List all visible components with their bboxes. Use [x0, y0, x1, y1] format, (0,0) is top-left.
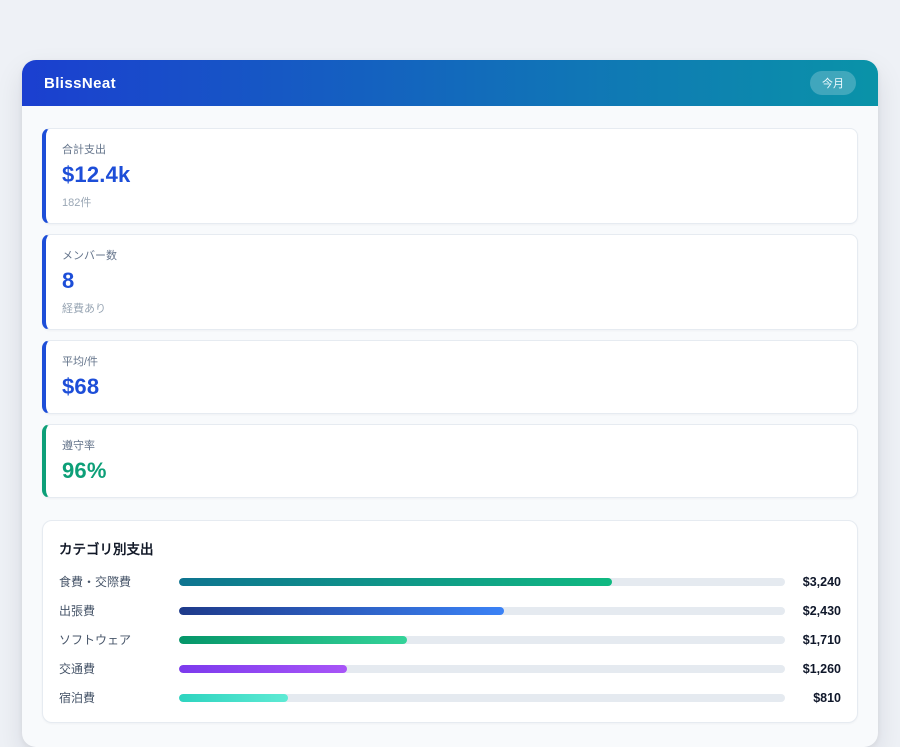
category-bar-fill [179, 665, 347, 673]
category-breakdown-card: カテゴリ別支出 食費・交際費 $3,240 出張費 $2,430 ソフトウェア … [42, 520, 858, 723]
stat-label: 合計支出 [62, 141, 841, 157]
stat-label: メンバー数 [62, 247, 841, 263]
category-amount: $1,710 [785, 633, 841, 647]
stat-value: 96% [62, 458, 841, 484]
category-bar-fill [179, 607, 504, 615]
page-background: BlissNeat 今月 合計支出 $12.4k 182件 メンバー数 8 経費… [0, 0, 900, 747]
category-bar-track [179, 694, 785, 702]
category-row: 交通費 $1,260 [59, 660, 841, 677]
category-amount: $2,430 [785, 604, 841, 618]
stat-label: 遵守率 [62, 437, 841, 453]
category-label: 交通費 [59, 660, 179, 677]
stat-card-member-count: メンバー数 8 経費あり [42, 234, 858, 330]
category-bar-track [179, 636, 785, 644]
category-bar-track [179, 578, 785, 586]
category-row: 宿泊費 $810 [59, 689, 841, 706]
category-label: 食費・交際費 [59, 573, 179, 590]
category-row: 食費・交際費 $3,240 [59, 573, 841, 590]
category-breakdown-title: カテゴリ別支出 [59, 538, 841, 558]
stat-caption: 182件 [62, 194, 841, 210]
category-bar-track [179, 665, 785, 673]
category-row: 出張費 $2,430 [59, 602, 841, 619]
category-bar-fill [179, 694, 288, 702]
stat-label: 平均/件 [62, 353, 841, 369]
stat-card-average-per-item: 平均/件 $68 [42, 340, 858, 414]
category-amount: $810 [785, 691, 841, 705]
category-bar-track [179, 607, 785, 615]
stat-card-total-spend: 合計支出 $12.4k 182件 [42, 128, 858, 224]
category-bar-fill [179, 636, 407, 644]
period-badge[interactable]: 今月 [810, 71, 856, 95]
category-amount: $3,240 [785, 575, 841, 589]
app-header: BlissNeat 今月 [22, 60, 878, 106]
category-label: 宿泊費 [59, 689, 179, 706]
stat-value: $12.4k [62, 162, 841, 188]
app-title: BlissNeat [44, 75, 116, 92]
category-label: ソフトウェア [59, 631, 179, 648]
category-label: 出張費 [59, 602, 179, 619]
category-bar-fill [179, 578, 612, 586]
stat-value: $68 [62, 374, 841, 400]
dashboard-content: 合計支出 $12.4k 182件 メンバー数 8 経費あり 平均/件 $68 遵… [22, 106, 878, 747]
category-row: ソフトウェア $1,710 [59, 631, 841, 648]
stat-card-compliance-rate: 遵守率 96% [42, 424, 858, 498]
stat-caption: 経費あり [62, 300, 841, 316]
dashboard-card: BlissNeat 今月 合計支出 $12.4k 182件 メンバー数 8 経費… [22, 60, 878, 747]
stat-value: 8 [62, 268, 841, 294]
category-amount: $1,260 [785, 662, 841, 676]
